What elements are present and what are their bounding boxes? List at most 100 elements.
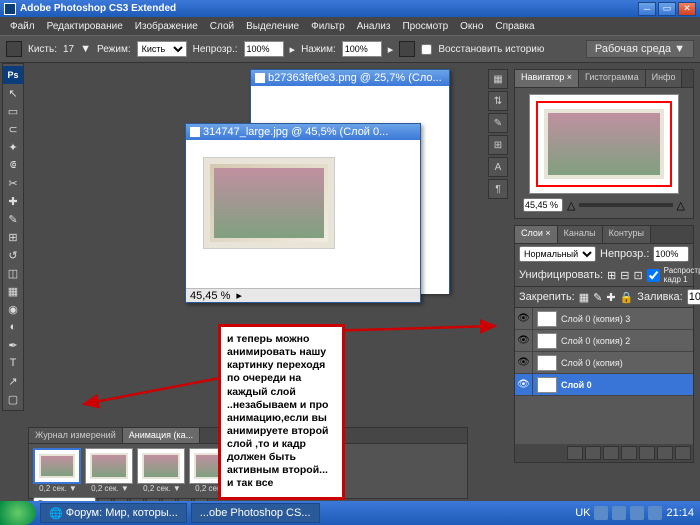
- zoom-out-icon[interactable]: △: [567, 199, 575, 212]
- tab-measurements[interactable]: Журнал измерений: [29, 428, 123, 443]
- tray-icon[interactable]: [630, 506, 644, 520]
- visibility-icon[interactable]: 👁: [515, 352, 533, 373]
- layer-row[interactable]: 👁 Слой 0 (копия) 3: [515, 308, 693, 330]
- navigator-preview[interactable]: [529, 94, 679, 194]
- layer-opacity-input[interactable]: [653, 246, 689, 262]
- crop-tool[interactable]: ⟃: [3, 156, 23, 174]
- layer-row-selected[interactable]: 👁 Слой 0: [515, 374, 693, 396]
- blur-tool[interactable]: ◉: [3, 300, 23, 318]
- opacity-input[interactable]: [244, 41, 284, 57]
- type-tool[interactable]: T: [3, 354, 23, 372]
- navigator-viewport[interactable]: [536, 101, 672, 187]
- document-window-2[interactable]: 314747_large.jpg @ 45,5% (Слой 0... 45,4…: [185, 123, 421, 303]
- visibility-icon[interactable]: 👁: [515, 308, 533, 329]
- visibility-icon[interactable]: 👁: [515, 330, 533, 351]
- maximize-button[interactable]: ▭: [658, 2, 676, 16]
- unify-icon[interactable]: ⊟: [620, 269, 629, 282]
- lang-indicator[interactable]: UK: [575, 507, 590, 519]
- ps-logo-icon[interactable]: Ps: [3, 66, 23, 84]
- airbrush-icon[interactable]: [399, 41, 415, 57]
- menu-filter[interactable]: Фильтр: [305, 19, 351, 34]
- blend-mode-select[interactable]: Нормальный: [519, 246, 596, 262]
- nav-zoom-slider[interactable]: [579, 203, 672, 207]
- gradient-tool[interactable]: ▦: [3, 282, 23, 300]
- taskbar-item[interactable]: 🌐Форум: Мир, которы...: [40, 503, 187, 523]
- tray-icon[interactable]: [612, 506, 626, 520]
- group-icon[interactable]: [639, 446, 655, 460]
- move-tool[interactable]: ↖: [3, 84, 23, 102]
- stamp-tool[interactable]: ⊞: [3, 228, 23, 246]
- mode-select[interactable]: Кисть: [137, 41, 187, 57]
- fill-input[interactable]: [687, 289, 700, 305]
- trash-icon[interactable]: [675, 446, 691, 460]
- tray-icon[interactable]: [648, 506, 662, 520]
- taskbar-item[interactable]: ...obe Photoshop CS...: [191, 503, 320, 523]
- marquee-tool[interactable]: ▭: [3, 102, 23, 120]
- tray-icon[interactable]: [594, 506, 608, 520]
- mini-panel-4[interactable]: ⊞: [488, 135, 508, 155]
- tab-navigator[interactable]: Навигатор ×: [515, 70, 579, 87]
- mini-panel-2[interactable]: ⇅: [488, 91, 508, 111]
- menu-select[interactable]: Выделение: [240, 19, 305, 34]
- menu-layer[interactable]: Слой: [204, 19, 240, 34]
- shape-tool[interactable]: ▢: [3, 390, 23, 408]
- new-layer-icon[interactable]: [657, 446, 673, 460]
- layer-row[interactable]: 👁 Слой 0 (копия): [515, 352, 693, 374]
- nav-zoom-input[interactable]: [523, 198, 563, 212]
- menu-analysis[interactable]: Анализ: [351, 19, 397, 34]
- lock-all-icon[interactable]: 🔒: [620, 291, 634, 304]
- dodge-tool[interactable]: ◐: [3, 318, 23, 336]
- menu-file[interactable]: Файл: [4, 19, 41, 34]
- pen-tool[interactable]: ✒: [3, 336, 23, 354]
- path-tool[interactable]: ↗: [3, 372, 23, 390]
- slice-tool[interactable]: ✂: [3, 174, 23, 192]
- mini-panel-1[interactable]: ▦: [488, 69, 508, 89]
- menu-edit[interactable]: Редактирование: [41, 19, 129, 34]
- tab-paths[interactable]: Контуры: [603, 226, 651, 243]
- layer-mask-icon[interactable]: [603, 446, 619, 460]
- layer-fx-icon[interactable]: [585, 446, 601, 460]
- propagate-check[interactable]: [647, 269, 660, 282]
- unify-icon[interactable]: ⊡: [633, 269, 642, 282]
- eraser-tool[interactable]: ◫: [3, 264, 23, 282]
- lock-pixels-icon[interactable]: ✎: [593, 291, 602, 304]
- visibility-icon[interactable]: 👁: [515, 374, 533, 395]
- tool-preset-icon[interactable]: [6, 41, 22, 57]
- mini-panel-3[interactable]: ✎: [488, 113, 508, 133]
- menu-window[interactable]: Окно: [454, 19, 489, 34]
- lock-pos-icon[interactable]: ✚: [606, 291, 615, 304]
- tab-histogram[interactable]: Гистограмма: [579, 70, 646, 87]
- link-layers-icon[interactable]: [567, 446, 583, 460]
- mini-panel-6[interactable]: ¶: [488, 179, 508, 199]
- menu-help[interactable]: Справка: [489, 19, 540, 34]
- history-brush-tool[interactable]: ↺: [3, 246, 23, 264]
- flow-input[interactable]: [342, 41, 382, 57]
- tab-channels[interactable]: Каналы: [558, 226, 603, 243]
- unify-icon[interactable]: ⊞: [607, 269, 616, 282]
- start-button[interactable]: [0, 501, 36, 525]
- lock-trans-icon[interactable]: ▦: [579, 291, 589, 304]
- close-button[interactable]: ✕: [678, 2, 696, 16]
- brush-tool[interactable]: ✎: [3, 210, 23, 228]
- anim-frame-2[interactable]: 0,2 сек. ▼: [85, 448, 135, 493]
- layer-row[interactable]: 👁 Слой 0 (копия) 2: [515, 330, 693, 352]
- tab-layers[interactable]: Слои ×: [515, 226, 558, 243]
- tab-info[interactable]: Инфо: [646, 70, 683, 87]
- heal-tool[interactable]: ✚: [3, 192, 23, 210]
- lasso-tool[interactable]: ⊂: [3, 120, 23, 138]
- menu-image[interactable]: Изображение: [129, 19, 204, 34]
- anim-frame-3[interactable]: 0,2 сек. ▼: [137, 448, 187, 493]
- wand-tool[interactable]: ✦: [3, 138, 23, 156]
- zoom-in-icon[interactable]: △: [677, 199, 685, 212]
- workspace-selector[interactable]: Рабочая среда ▼: [586, 40, 694, 58]
- propagate-label: Распространить кадр 1: [664, 266, 700, 284]
- clock[interactable]: 21:14: [666, 507, 694, 519]
- brush-size[interactable]: 17: [63, 44, 74, 55]
- mini-panel-5[interactable]: A: [488, 157, 508, 177]
- minimize-button[interactable]: ─: [638, 2, 656, 16]
- restore-history-check[interactable]: [421, 44, 432, 55]
- menu-view[interactable]: Просмотр: [396, 19, 454, 34]
- tab-animation[interactable]: Анимация (ка...: [123, 428, 200, 443]
- adjustment-icon[interactable]: [621, 446, 637, 460]
- anim-frame-1[interactable]: 0,2 сек. ▼: [33, 448, 83, 493]
